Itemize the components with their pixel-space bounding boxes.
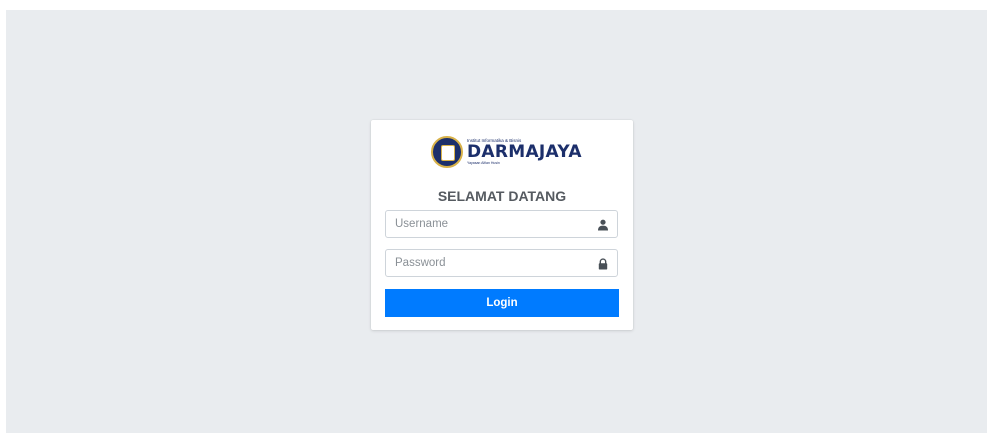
logo-tagline-text: Yayasan Alfian Husin xyxy=(467,161,500,165)
username-field[interactable] xyxy=(385,210,618,238)
logo-wordmark: Institut Informatika & Bisnis DARMAJAYA … xyxy=(467,138,582,166)
password-input[interactable] xyxy=(395,250,585,276)
login-title: SELAMAT DATANG xyxy=(437,188,567,204)
login-card: Institut Informatika & Bisnis DARMAJAYA … xyxy=(371,120,633,330)
login-button[interactable]: Login xyxy=(385,289,619,317)
lock-icon xyxy=(598,258,608,270)
institution-seal-icon xyxy=(431,136,463,168)
logo-name-text: DARMAJAYA xyxy=(467,142,582,162)
username-input[interactable] xyxy=(395,211,585,237)
password-field[interactable] xyxy=(385,249,618,277)
user-icon xyxy=(598,219,608,231)
darmajaya-logo: Institut Informatika & Bisnis DARMAJAYA … xyxy=(431,134,586,170)
